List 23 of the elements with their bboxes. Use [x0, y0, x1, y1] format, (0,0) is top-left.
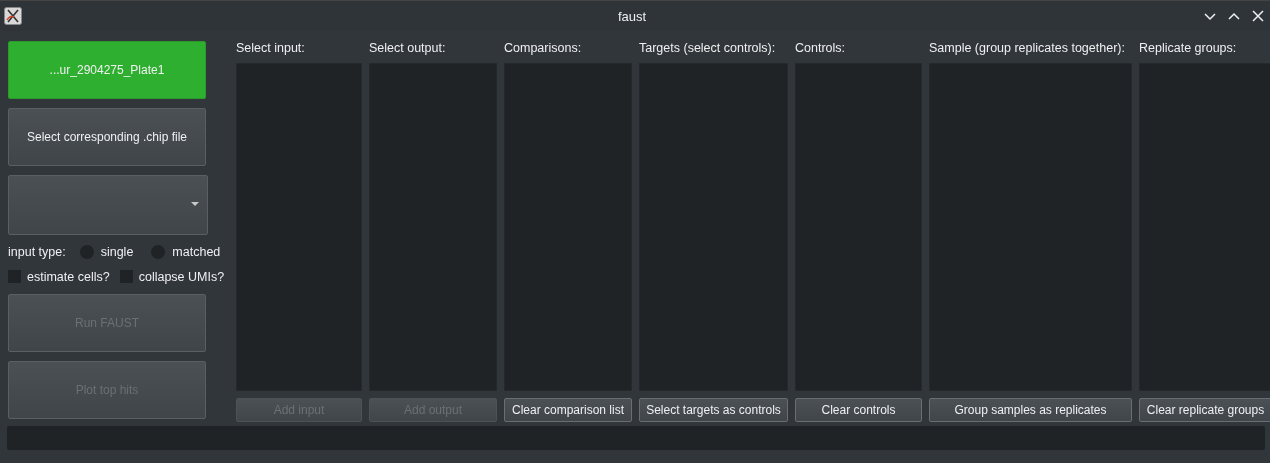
list-action-button[interactable]: Clear controls — [795, 398, 922, 422]
caret-icon — [191, 202, 199, 206]
close-icon[interactable] — [1250, 8, 1266, 24]
column-label: Targets (select controls): — [639, 41, 777, 55]
window-title: faust — [616, 8, 648, 24]
input-type-label: input type: — [8, 244, 66, 259]
checkbox-option[interactable]: collapse UMIs? — [119, 269, 225, 284]
column-label: Select input: — [236, 41, 306, 55]
app-icon — [4, 7, 22, 25]
dropdown[interactable] — [8, 175, 208, 235]
column-label: Controls: — [795, 41, 847, 55]
checkbox-option[interactable]: estimate cells? — [8, 269, 110, 284]
column-label: Comparisons: — [504, 41, 583, 55]
chip-file-button[interactable]: Select corresponding .chip file — [8, 108, 206, 166]
column-label: Replicate groups: — [1139, 41, 1238, 55]
radio-option[interactable]: matched — [151, 244, 221, 259]
list-action-button[interactable]: Clear comparison list — [504, 398, 632, 422]
list-action-button[interactable]: Group samples as replicates — [929, 398, 1132, 422]
column-label: Sample (group replicates together): — [929, 41, 1126, 55]
radio-option[interactable]: single — [79, 244, 134, 259]
list-action-button[interactable]: Clear replicate groups — [1139, 398, 1270, 422]
list-action-button[interactable]: Select targets as controls — [639, 398, 788, 422]
column-label: Select output: — [369, 41, 447, 55]
